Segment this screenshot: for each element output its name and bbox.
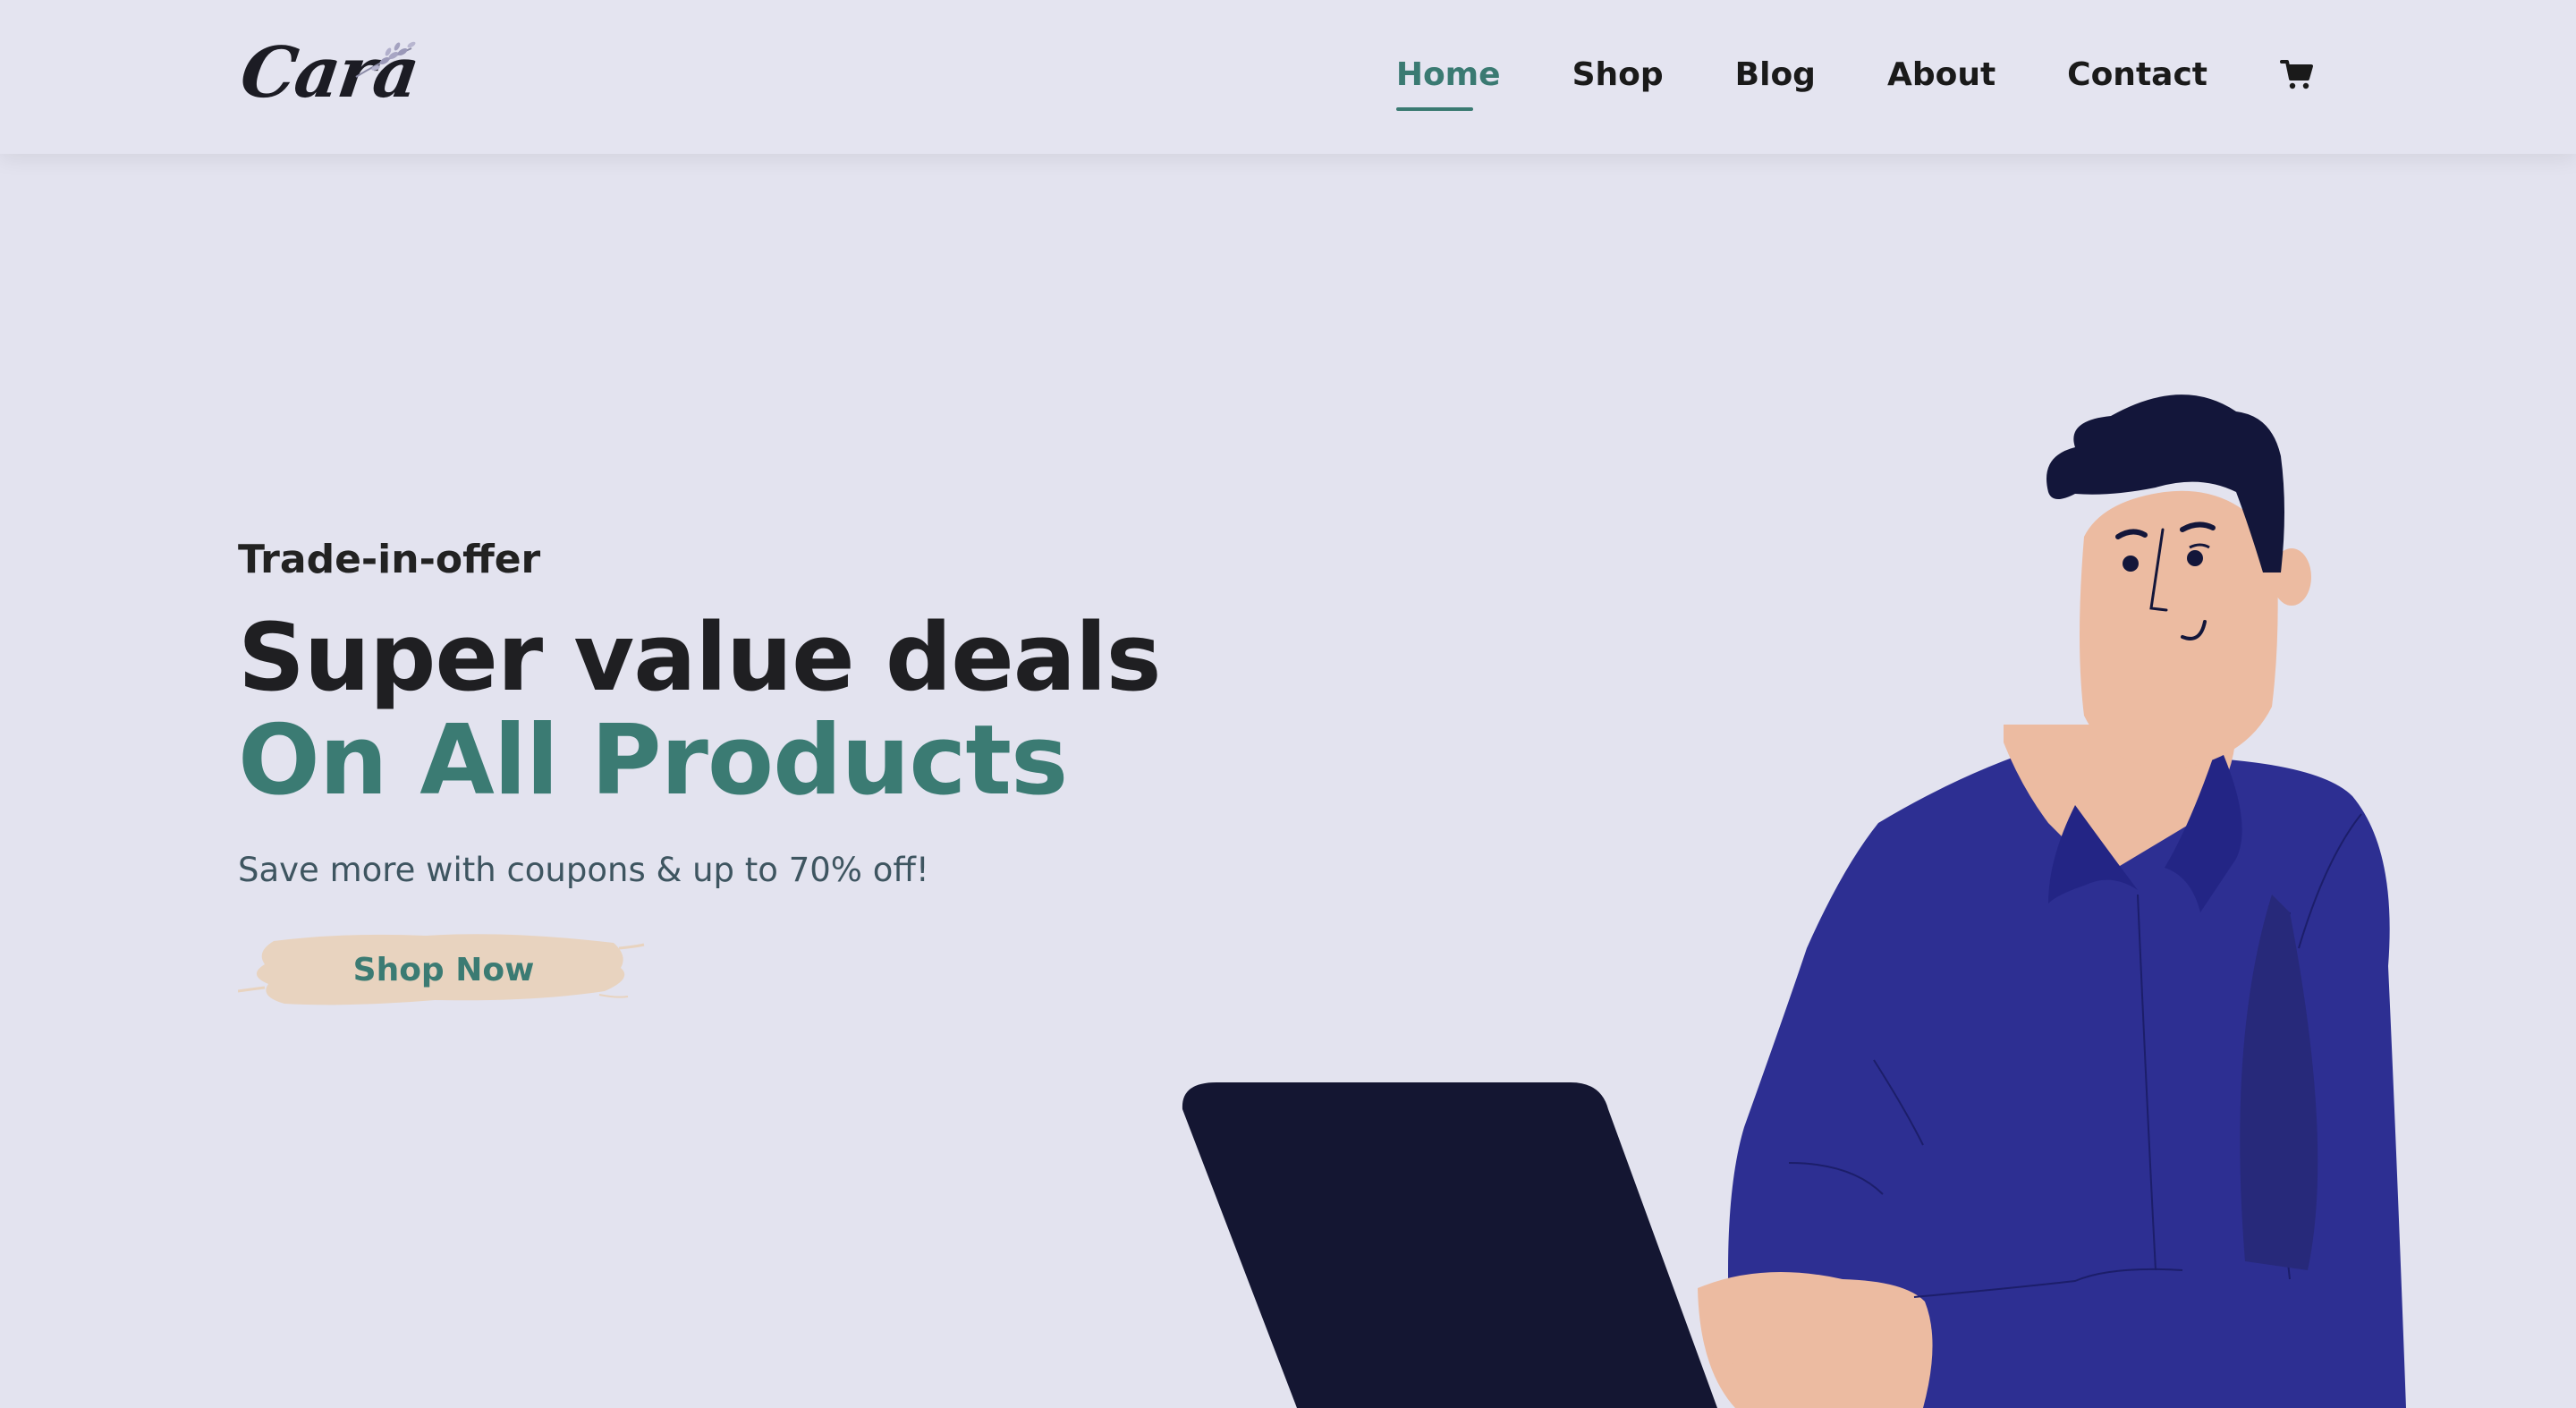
brand-logo[interactable]: Cara xyxy=(234,29,423,118)
nav-about[interactable]: About xyxy=(1887,56,1996,93)
page: Cara Home Shop Blog About Contact Trade-… xyxy=(0,0,2576,1408)
hero-headline-accent: On All Products xyxy=(238,705,1068,817)
shop-now-label: Shop Now xyxy=(352,952,535,988)
main-nav: Home Shop Blog About Contact xyxy=(1395,0,2315,148)
hero-subtext: Save more with coupons & up to 70% off! xyxy=(238,851,929,889)
nav-contact[interactable]: Contact xyxy=(2067,56,2207,93)
shopping-cart-icon[interactable] xyxy=(2279,56,2315,92)
site-header: Cara Home Shop Blog About Contact xyxy=(0,0,2576,154)
hero-illustration-man-with-laptop xyxy=(1182,394,2406,1408)
lavender-sprig-icon xyxy=(355,41,416,78)
hero-content: Trade-in-offer Super value deals On All … xyxy=(238,537,1162,1016)
nav-home[interactable]: Home xyxy=(1395,56,1501,111)
hero-eyebrow: Trade-in-offer xyxy=(238,537,541,582)
hero-headline: Super value deals xyxy=(238,603,1162,712)
nav-shop[interactable]: Shop xyxy=(1572,56,1664,93)
shop-now-button[interactable]: Shop Now xyxy=(238,925,649,1016)
nav-blog[interactable]: Blog xyxy=(1735,56,1816,93)
